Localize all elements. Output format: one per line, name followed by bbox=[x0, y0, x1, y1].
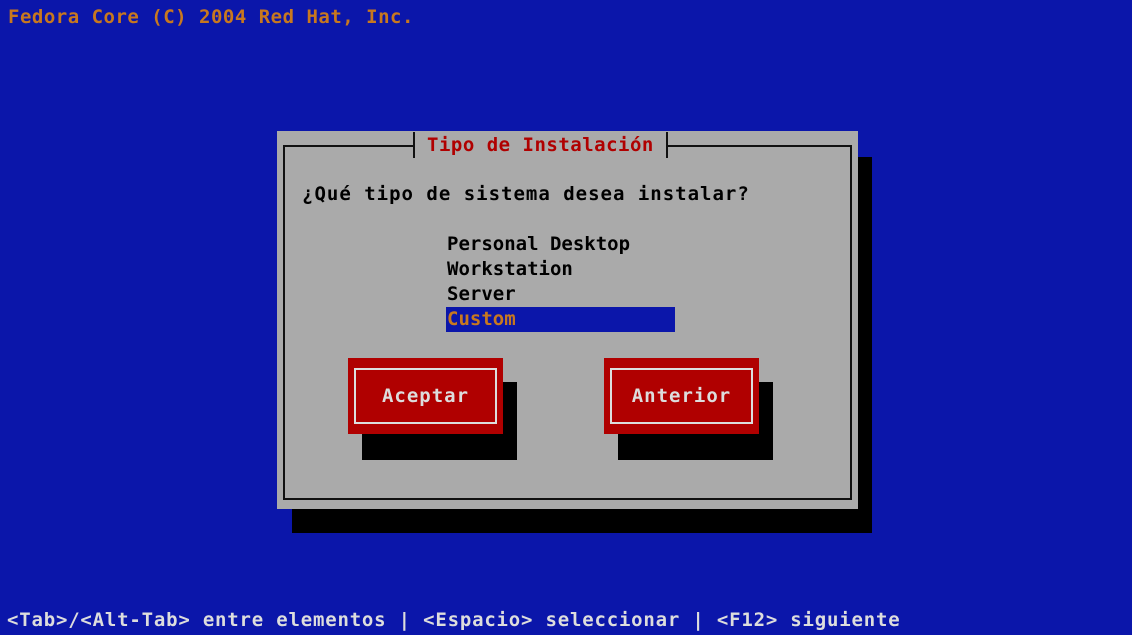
option-custom[interactable]: Custom bbox=[446, 307, 675, 332]
installation-type-dialog: Tipo de Instalación ¿Qué tipo de sistema… bbox=[277, 131, 858, 509]
option-workstation[interactable]: Workstation bbox=[446, 257, 675, 282]
back-button[interactable]: Anterior bbox=[604, 358, 759, 434]
installer-header-title: Fedora Core (C) 2004 Red Hat, Inc. bbox=[8, 6, 414, 28]
option-personal-desktop[interactable]: Personal Desktop bbox=[446, 232, 675, 257]
keyboard-help-bar: <Tab>/<Alt-Tab> entre elementos | <Espac… bbox=[7, 609, 901, 631]
installation-type-list[interactable]: Personal Desktop Workstation Server Cust… bbox=[446, 232, 675, 332]
accept-button-label: Aceptar bbox=[354, 368, 497, 424]
option-server[interactable]: Server bbox=[446, 282, 675, 307]
back-button-label: Anterior bbox=[610, 368, 753, 424]
dialog-question: ¿Qué tipo de sistema desea instalar? bbox=[302, 183, 750, 205]
dialog-title: Tipo de Instalación bbox=[413, 132, 668, 158]
accept-button[interactable]: Aceptar bbox=[348, 358, 503, 434]
